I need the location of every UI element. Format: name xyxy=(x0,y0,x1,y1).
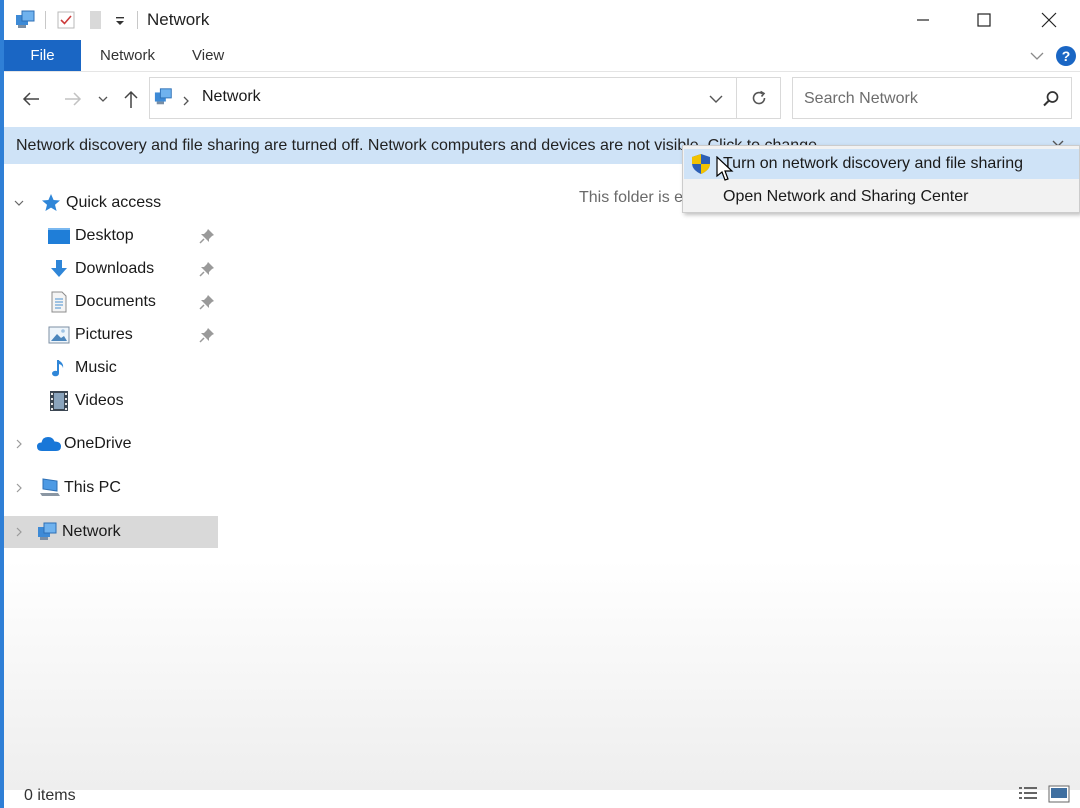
computer-icon xyxy=(40,478,60,496)
sidebar-item-onedrive[interactable]: OneDrive xyxy=(14,429,132,459)
breadcrumb-network[interactable]: Network xyxy=(202,88,261,106)
sidebar-label-videos: Videos xyxy=(75,392,124,409)
properties-icon[interactable] xyxy=(57,11,75,29)
address-dropdown-icon[interactable] xyxy=(708,92,724,104)
content-background-gradient xyxy=(4,560,1080,790)
customize-qat-icon[interactable] xyxy=(114,14,126,26)
sidebar-item-pictures[interactable]: Pictures xyxy=(48,320,133,350)
network-icon xyxy=(38,522,57,540)
address-network-icon xyxy=(153,87,175,107)
tab-file[interactable]: File xyxy=(4,40,81,71)
pictures-icon xyxy=(48,326,70,344)
sidebar-item-network[interactable]: Network xyxy=(14,517,121,547)
pin-icon[interactable] xyxy=(199,261,215,277)
star-icon xyxy=(42,194,60,211)
mouse-cursor-icon xyxy=(715,155,735,184)
search-input[interactable] xyxy=(802,87,1036,111)
sidebar-item-downloads[interactable]: Downloads xyxy=(48,254,154,284)
sidebar-label-network: Network xyxy=(62,523,121,540)
sidebar-label-quick-access: Quick access xyxy=(66,194,162,211)
cloud-icon xyxy=(37,437,61,451)
status-item-count: 0 items xyxy=(24,787,76,804)
sidebar-item-desktop[interactable]: Desktop xyxy=(48,221,134,251)
sidebar-item-this-pc[interactable]: This PC xyxy=(14,473,121,503)
sidebar-item-quick-access[interactable]: Quick access xyxy=(14,188,161,218)
sidebar-item-videos[interactable]: Videos xyxy=(48,386,124,416)
ribbon xyxy=(4,40,1080,72)
tab-view[interactable]: View xyxy=(192,47,224,64)
sidebar-item-music[interactable]: Music xyxy=(48,353,117,383)
sidebar-label-desktop: Desktop xyxy=(75,227,134,244)
shield-icon xyxy=(692,154,710,174)
menu-item-label: Open Network and Sharing Center xyxy=(723,188,969,205)
tab-network[interactable]: Network xyxy=(100,47,155,64)
search-box[interactable] xyxy=(792,77,1072,119)
music-icon xyxy=(52,360,64,377)
collapsed-chevron-icon[interactable] xyxy=(14,527,24,537)
document-icon xyxy=(51,291,67,313)
sidebar-label-onedrive: OneDrive xyxy=(64,435,132,452)
pin-icon[interactable] xyxy=(199,294,215,310)
sidebar-item-documents[interactable]: Documents xyxy=(48,287,156,317)
maximize-button[interactable] xyxy=(961,0,1007,40)
desktop-icon xyxy=(48,228,70,244)
network-icon[interactable] xyxy=(14,9,38,31)
pin-icon[interactable] xyxy=(199,327,215,343)
breadcrumb-chevron-icon[interactable] xyxy=(182,93,190,106)
sidebar-label-pictures: Pictures xyxy=(75,326,133,343)
qat-separator xyxy=(45,11,46,29)
expand-ribbon-icon[interactable] xyxy=(1029,48,1045,64)
sidebar-label-documents: Documents xyxy=(75,293,156,310)
menu-item-sharing-center[interactable]: Open Network and Sharing Center xyxy=(684,182,1079,212)
recent-locations-button[interactable] xyxy=(92,85,114,113)
sidebar-label-music: Music xyxy=(75,359,117,376)
help-icon[interactable]: ? xyxy=(1055,45,1077,67)
sidebar-label-this-pc: This PC xyxy=(64,479,121,496)
svg-text:?: ? xyxy=(1062,48,1071,64)
minimize-button[interactable] xyxy=(900,0,946,40)
up-button[interactable] xyxy=(118,85,144,113)
collapsed-chevron-icon[interactable] xyxy=(14,483,24,493)
window-title: Network xyxy=(147,10,210,29)
pin-icon[interactable] xyxy=(199,228,215,244)
close-button[interactable] xyxy=(1026,0,1072,40)
download-icon xyxy=(51,260,67,277)
details-view-icon[interactable] xyxy=(1018,785,1038,803)
sidebar-label-downloads: Downloads xyxy=(75,260,155,277)
menu-item-label: Turn on network discovery and file shari… xyxy=(723,155,1023,172)
search-icon[interactable] xyxy=(1042,90,1060,108)
context-menu: Turn on network discovery and file shari… xyxy=(682,145,1080,213)
collapsed-chevron-icon[interactable] xyxy=(14,439,24,449)
title-separator xyxy=(137,11,138,29)
video-icon xyxy=(50,391,68,411)
large-icons-view-icon[interactable] xyxy=(1048,785,1070,803)
menu-item-turn-on-discovery[interactable]: Turn on network discovery and file shari… xyxy=(684,149,1079,179)
expanded-chevron-icon[interactable] xyxy=(14,198,24,208)
back-button[interactable] xyxy=(18,85,44,113)
new-folder-icon[interactable] xyxy=(89,11,103,29)
forward-button[interactable] xyxy=(60,85,86,113)
refresh-button[interactable] xyxy=(737,77,781,119)
